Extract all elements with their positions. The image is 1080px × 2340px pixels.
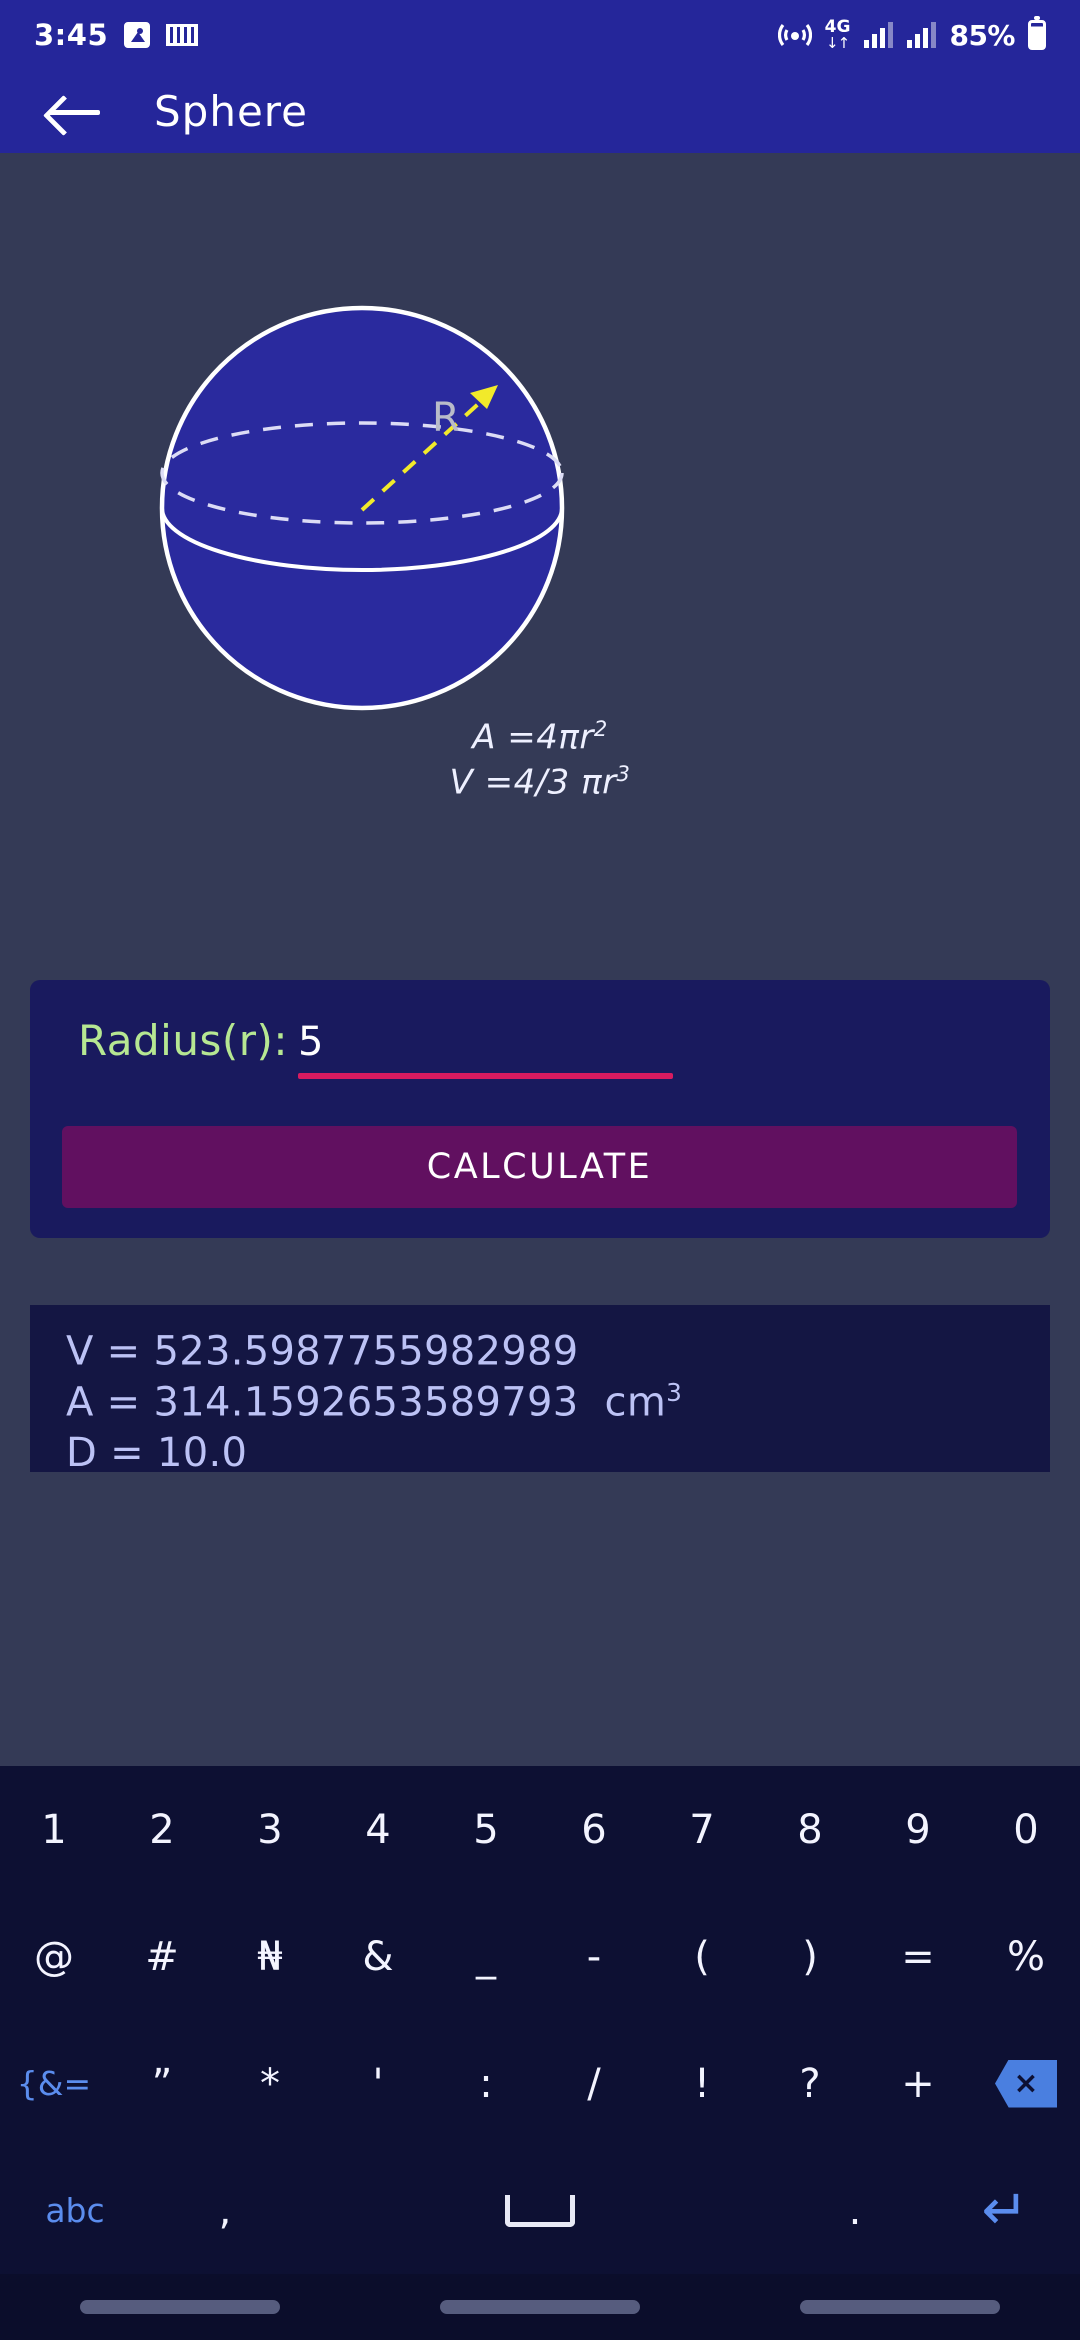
status-bar-right: 4G ↓↑ 85% [777,16,1046,52]
sphere-figure: R A =4πr2 V =4/3 πr3 [0,153,1080,923]
key-plus[interactable]: + [864,2020,972,2147]
key-4[interactable]: 4 [324,1766,432,1893]
radius-label-text: Radius(r): [78,1016,289,1065]
key-percent[interactable]: % [972,1893,1080,2020]
battery-icon [1028,16,1046,50]
result-volume-value: 523.5987755982989 [153,1328,579,1375]
main-content: R A =4πr2 V =4/3 πr3 Radius(r): 5 CALCUL… [0,153,1080,1766]
key-period[interactable]: . [780,2147,930,2274]
keyboard-row-symbols-2: {&= ” * ' : / ! ? + × [0,2020,1080,2147]
key-9[interactable]: 9 [864,1766,972,1893]
radius-field[interactable]: 5 [298,1019,1010,1079]
key-asterisk[interactable]: * [216,2020,324,2147]
battery-percent-label: 85% [949,18,1015,52]
result-volume-prefix: V = [66,1328,154,1375]
keyboard-row-bottom: abc , . ↵ [0,2147,1080,2274]
key-paren-close[interactable]: ) [756,1893,864,2020]
key-backspace[interactable]: × [972,2020,1080,2147]
formula-area: A =4πr2 [0,716,1080,757]
calculate-button-label: CALCULATE [426,1147,653,1187]
result-line-diameter: D = 10.0 [66,1432,1014,1474]
image-icon [124,22,151,48]
key-3[interactable]: 3 [216,1766,324,1893]
radius-label: R [432,395,460,441]
key-symbols-toggle[interactable]: {&= [0,2020,108,2147]
formula-area-exponent: 2 [593,716,608,741]
key-question[interactable]: ? [756,2020,864,2147]
key-ampersand[interactable]: & [324,1893,432,2020]
mobile-data-icon: 4G ↓↑ [825,19,851,51]
nav-pill-back[interactable] [800,2300,1000,2314]
status-time: 3:45 [34,18,109,52]
key-equals[interactable]: = [864,1893,972,2020]
formula-area-text: A =4πr [472,717,594,758]
result-area-unit-exponent: 3 [666,1378,683,1408]
result-line-volume: V = 523.5987755982989 [66,1329,1014,1372]
key-1[interactable]: 1 [0,1766,108,1893]
key-quote-double[interactable]: ” [108,2020,216,2147]
result-area-unit: cm [578,1379,667,1426]
key-exclamation[interactable]: ! [648,2020,756,2147]
radius-input-underline [298,1073,674,1079]
key-2[interactable]: 2 [108,1766,216,1893]
result-diameter-prefix: D = [66,1429,157,1476]
status-bar-left: 3:45 [34,18,199,52]
key-underscore[interactable]: _ [432,1893,540,2020]
key-7[interactable]: 7 [648,1766,756,1893]
key-paren-open[interactable]: ( [648,1893,756,2020]
key-hash[interactable]: # [108,1893,216,2020]
keyboard-row-symbols-1: @ # ₦ & _ - ( ) = % [0,1893,1080,2020]
result-line-area: A = 314.1592653589793 cm3 [66,1378,1014,1426]
signal-bars-icon-1 [864,22,894,48]
radius-row: Radius(r): 5 [78,1016,1010,1079]
key-colon[interactable]: : [432,2020,540,2147]
key-at[interactable]: @ [0,1893,108,2020]
key-comma[interactable]: , [150,2147,300,2274]
nav-pill-home[interactable] [440,2300,640,2314]
key-6[interactable]: 6 [540,1766,648,1893]
status-bar: 3:45 4G ↓↑ 85% [0,0,1080,70]
phone-screen: 3:45 4G ↓↑ 85% Sphere R A =4πr2 V =4/3 π… [0,0,1080,2340]
back-arrow-icon[interactable] [48,92,102,132]
radius-input[interactable]: 5 [298,1019,323,1065]
key-slash[interactable]: / [540,2020,648,2147]
input-card: Radius(r): 5 CALCULATE [30,980,1050,1238]
hotspot-icon [777,24,812,46]
signal-bars-icon-2 [907,22,937,48]
page-title: Sphere [154,87,308,136]
key-enter[interactable]: ↵ [930,2147,1080,2274]
data-arrows-icon: ↓↑ [826,34,850,52]
key-8[interactable]: 8 [756,1766,864,1893]
calculate-button[interactable]: CALCULATE [62,1126,1017,1208]
space-icon [505,2194,575,2227]
formula-volume-exponent: 3 [616,761,631,787]
formula-volume-text: V =4/3 πr [449,762,617,803]
system-navigation-bar [0,2274,1080,2340]
enter-icon: ↵ [981,2177,1029,2243]
key-apostrophe[interactable]: ' [324,2020,432,2147]
key-0[interactable]: 0 [972,1766,1080,1893]
result-area-value: 314.1592653589793 [153,1379,579,1426]
key-5[interactable]: 5 [432,1766,540,1893]
app-bar: Sphere [0,70,1080,153]
keyboard-row-numbers: 1 2 3 4 5 6 7 8 9 0 [0,1766,1080,1893]
key-naira[interactable]: ₦ [216,1893,324,2020]
formula-volume: V =4/3 πr3 [0,761,1080,802]
results-panel: V = 523.5987755982989 A = 314.1592653589… [30,1305,1050,1474]
formula-block: A =4πr2 V =4/3 πr3 [0,716,1080,803]
result-diameter-value: 10.0 [156,1429,248,1476]
result-area-prefix: A = [66,1379,154,1426]
backspace-icon: × [995,2059,1057,2108]
key-hyphen[interactable]: - [540,1893,648,2020]
keyboard-icon [166,24,199,46]
key-abc-toggle[interactable]: abc [0,2147,150,2274]
nav-pill-recents[interactable] [80,2300,280,2314]
key-space[interactable] [300,2147,780,2274]
on-screen-keyboard: 1 2 3 4 5 6 7 8 9 0 @ # ₦ & _ - ( ) = % … [0,1766,1080,2274]
